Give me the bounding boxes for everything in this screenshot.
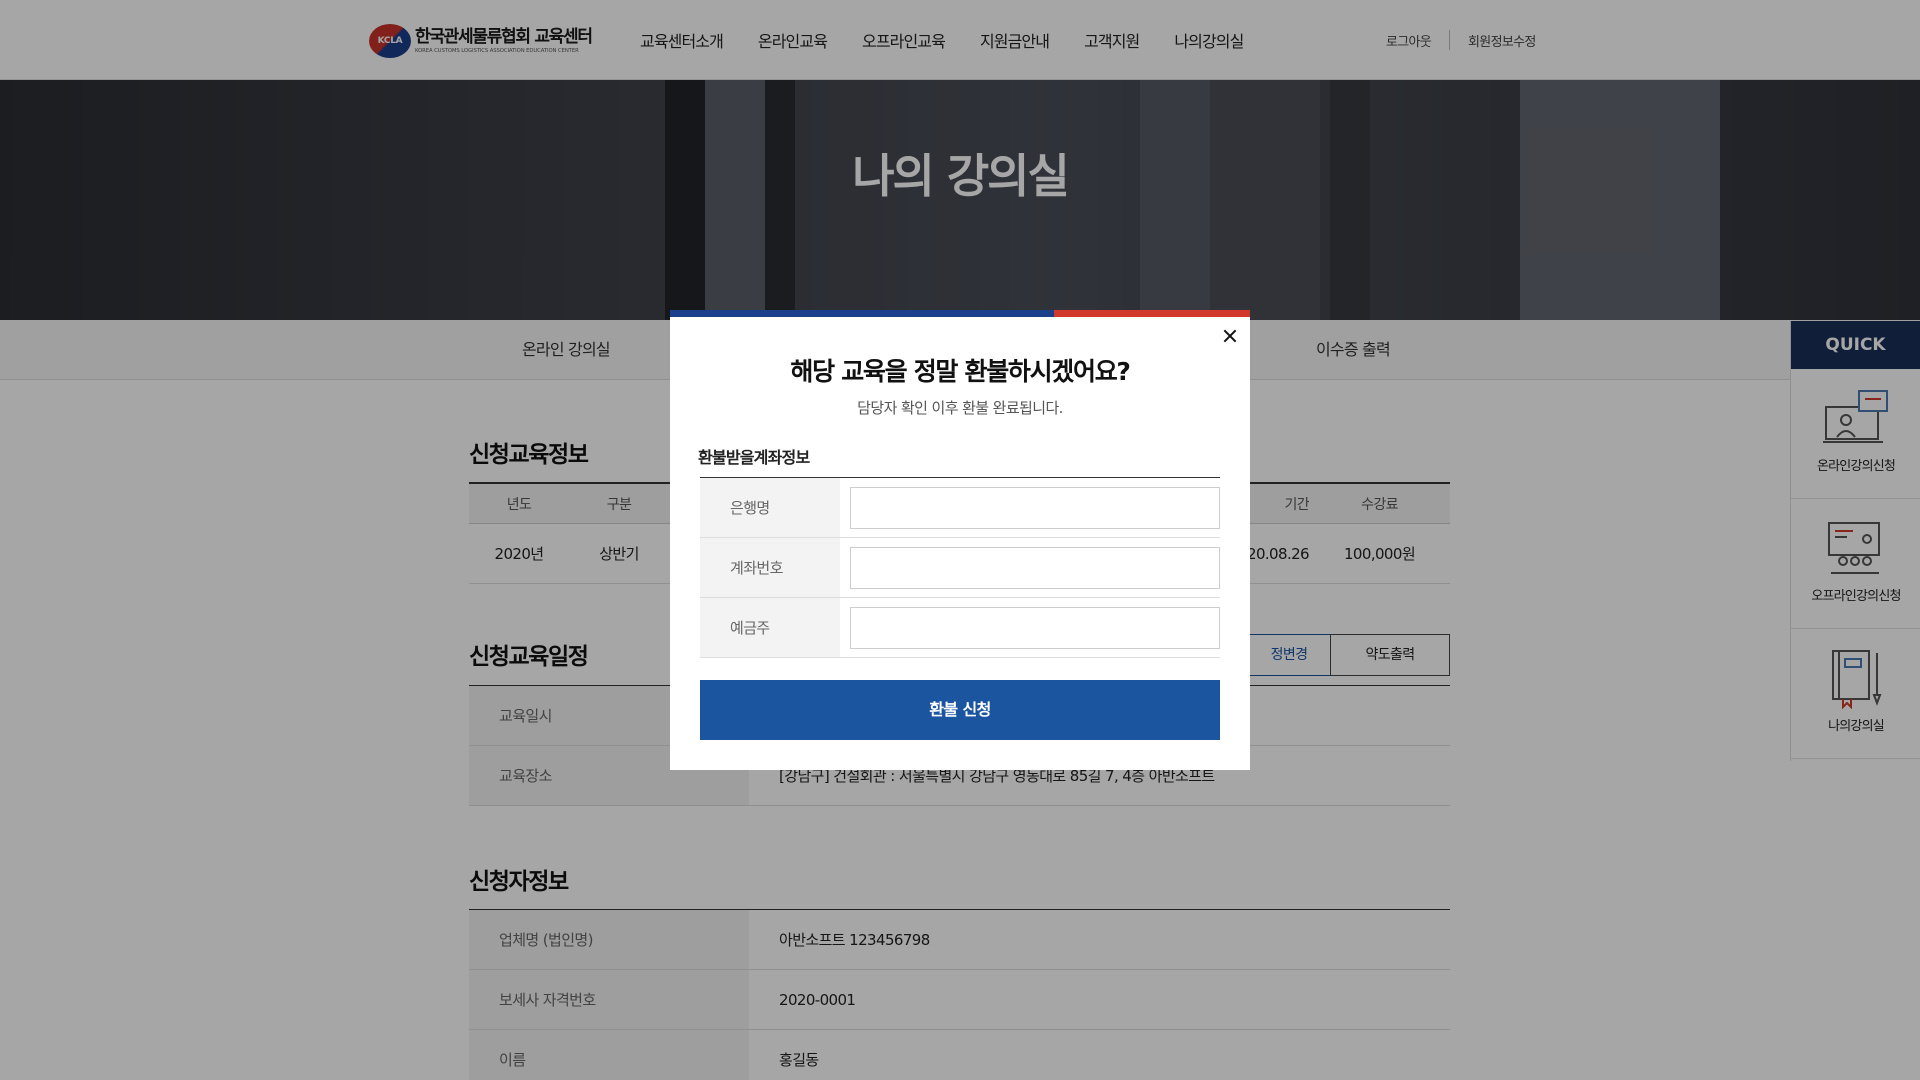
refund-account-form: 은행명 계좌번호 예금주 <box>700 477 1220 658</box>
form-row-account: 계좌번호 <box>700 538 1220 598</box>
modal-title: 해당 교육을 정말 환불하시겠어요? <box>790 357 1131 386</box>
account-number-cell <box>840 538 1220 597</box>
account-holder-input[interactable] <box>850 607 1220 649</box>
account-number-input[interactable] <box>850 547 1220 589</box>
account-holder-label: 예금주 <box>700 598 840 657</box>
modal-description: 담당자 확인 이후 환불 완료됩니다. <box>857 399 1063 417</box>
modal-top-bar <box>670 310 1250 317</box>
bank-name-cell <box>840 478 1220 537</box>
refund-modal: 해당 교육을 정말 환불하시겠어요? 담당자 확인 이후 환불 완료됩니다. 환… <box>670 310 1250 770</box>
account-holder-cell <box>840 598 1220 657</box>
bank-name-input[interactable] <box>850 487 1220 529</box>
refund-submit-button[interactable]: 환불 신청 <box>700 680 1220 740</box>
modal-bar-red <box>1054 310 1250 317</box>
account-number-label: 계좌번호 <box>700 538 840 597</box>
form-row-holder: 예금주 <box>700 598 1220 658</box>
refund-account-heading: 환불받을계좌정보 <box>698 448 810 467</box>
modal-bar-blue <box>670 310 1054 317</box>
bank-name-label: 은행명 <box>700 478 840 537</box>
close-icon[interactable] <box>1220 326 1240 346</box>
form-row-bank: 은행명 <box>700 478 1220 538</box>
